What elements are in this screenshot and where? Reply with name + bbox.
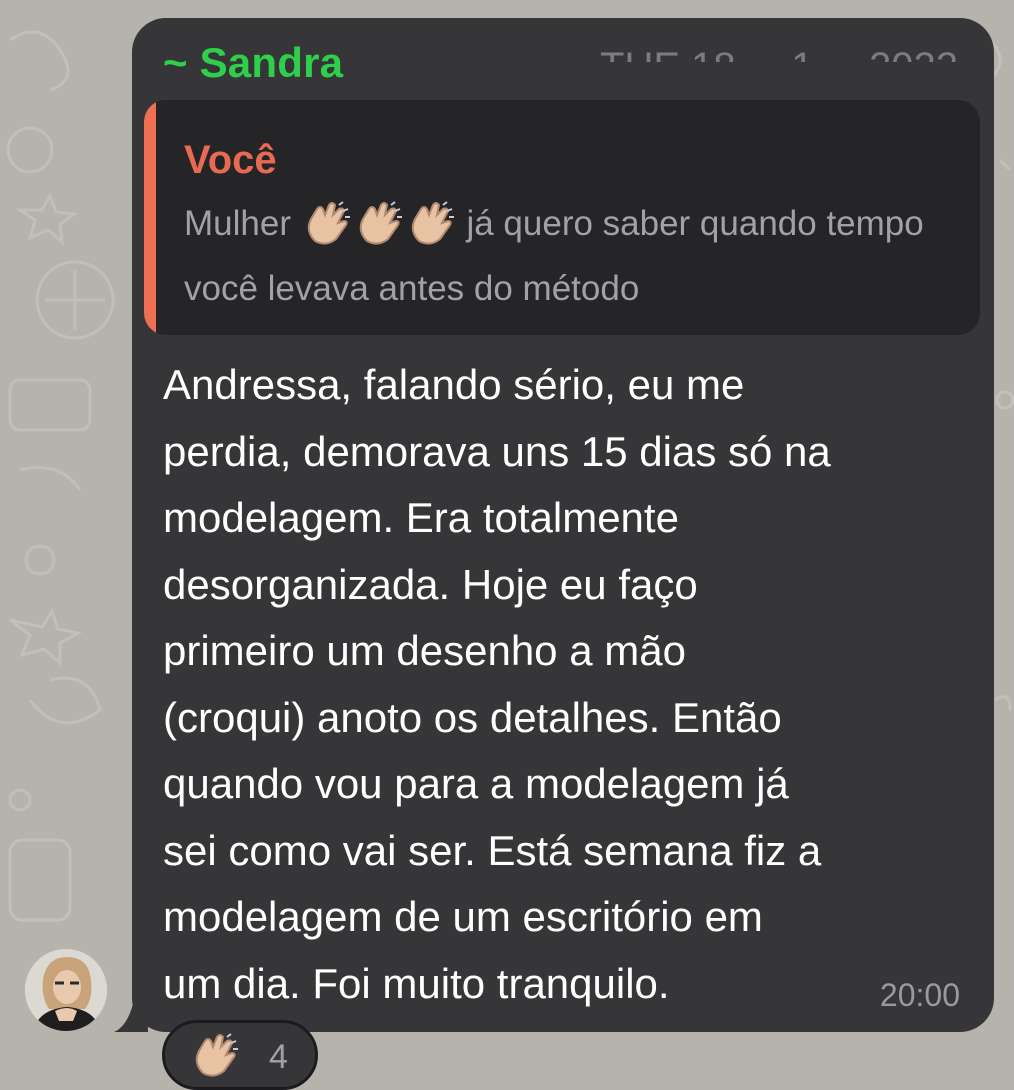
message-line: primeiro um desenho a mão bbox=[163, 627, 686, 674]
avatar[interactable] bbox=[25, 949, 107, 1031]
quoted-message[interactable]: Você Mulher já quero saber quando tempo … bbox=[144, 100, 980, 335]
message-line: perdia, demorava uns 15 dias só na bbox=[163, 427, 831, 475]
avatar-image bbox=[25, 949, 107, 1031]
message-timestamp: 20:00 bbox=[879, 977, 960, 1013]
clapping-hands-icon bbox=[407, 201, 455, 261]
message-line: (croqui) anoto os detalhes. Então bbox=[163, 693, 782, 741]
message-line: modelagem de um escritório em bbox=[163, 893, 763, 940]
message-line: um dia. Foi muito tranquilo. bbox=[163, 959, 670, 1007]
clapping-hands-icon bbox=[303, 201, 351, 261]
date-header-text: TUE 18 ... 1 ... 2022 bbox=[600, 45, 958, 62]
quote-text-end: já quero saber quando tempo você levava … bbox=[184, 204, 924, 308]
message-line: Andressa, falando sério, eu me bbox=[163, 361, 745, 408]
message-line: quando vou para a modelagem já bbox=[163, 760, 789, 807]
quote-text: Mulher já quero saber quando tempo você … bbox=[184, 196, 944, 316]
message-line: desorganizada. Hoje eu faço bbox=[163, 560, 698, 608]
clapping-hands-icon bbox=[355, 201, 403, 261]
sender-name[interactable]: ~ Sandra bbox=[163, 38, 343, 88]
message-line: sei como vai ser. Está semana fiz a bbox=[163, 826, 822, 874]
message-line: modelagem. Era totalmente bbox=[163, 494, 679, 541]
quote-accent-bar bbox=[144, 100, 156, 335]
quote-author: Você bbox=[184, 138, 277, 182]
reaction-count: 4 bbox=[269, 1038, 288, 1076]
reaction-badge[interactable]: 4 bbox=[162, 1020, 318, 1090]
quote-text-start: Mulher bbox=[184, 204, 291, 243]
clapping-hands-icon bbox=[191, 1033, 239, 1082]
date-header: TUE 18 ... 1 ... 2022 bbox=[598, 34, 958, 62]
message-text: Andressa, falando sério, eu me perdia, d… bbox=[163, 352, 973, 1017]
